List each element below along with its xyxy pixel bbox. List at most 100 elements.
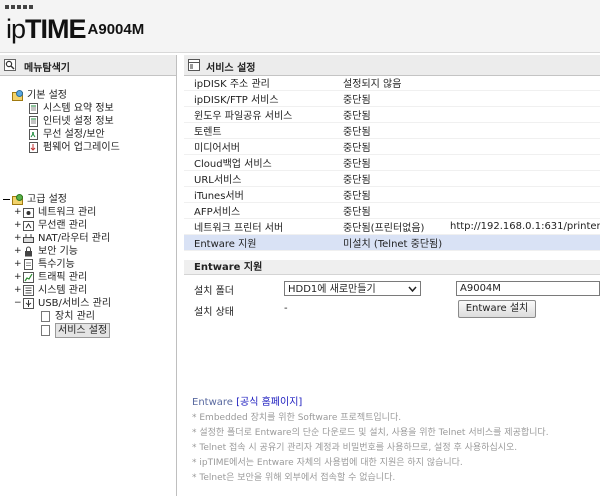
table-row[interactable]: ipDISK/FTP 서비스 중단됨: [184, 90, 600, 107]
document-icon: [29, 116, 38, 127]
service-status: 중단됨: [333, 90, 450, 107]
table-row[interactable]: URL서비스 중단됨: [184, 170, 600, 187]
brand-logo: ipTIME A9004M: [6, 14, 144, 44]
document-icon: [24, 259, 33, 270]
tree-item-network[interactable]: + 네트워크 관리: [14, 206, 96, 219]
service-extra: [450, 122, 600, 139]
expand-icon[interactable]: +: [14, 206, 23, 219]
service-name: ipDISK 주소 관리: [184, 75, 334, 91]
service-status: 설정되지 않음: [333, 75, 450, 91]
tree-item-label: 보안 기능: [38, 246, 78, 257]
tree-group-advanced[interactable]: 고급 설정: [3, 193, 67, 206]
service-extra: [450, 90, 600, 107]
printer-url[interactable]: http://192.168.0.1:631/printers/: [450, 218, 600, 235]
service-extra: [450, 154, 600, 171]
service-status: 미설치 (Telnet 중단됨): [333, 234, 450, 251]
wireless-icon: [29, 129, 38, 140]
table-row[interactable]: AFP서비스 중단됨: [184, 202, 600, 219]
expand-icon[interactable]: +: [14, 219, 23, 232]
tree-subitem-service-settings[interactable]: 서비스 설정: [40, 323, 111, 338]
tree-item-label: NAT/라우터 관리: [38, 233, 111, 244]
service-status: 중단됨: [333, 202, 450, 219]
service-settings-panel: 서비스 설정 ipDISK 주소 관리 설정되지 않음 ipDISK/FTP 서비…: [184, 55, 600, 496]
tree-item-internet-info[interactable]: 인터넷 설정 정보: [28, 115, 114, 128]
tree-item-label-selected: 서비스 설정: [55, 323, 111, 338]
table-row[interactable]: 윈도우 파일공유 서비스 중단됨: [184, 106, 600, 123]
help-line: * 설정한 폴더로 Entware의 단순 다운로드 및 설치, 사용을 위한 …: [192, 428, 549, 438]
expand-icon[interactable]: +: [14, 258, 23, 271]
tree-item-label: 네트워크 관리: [38, 207, 97, 218]
wireless-icon: [23, 221, 34, 231]
help-line: * Telnet은 보안을 위해 외부에서 접속할 수 없습니다.: [192, 473, 396, 483]
tree-item-firmware-upgrade[interactable]: 펌웨어 업그레이드: [28, 141, 120, 154]
service-name: 윈도우 파일공유 서비스: [184, 106, 334, 123]
folder-name-input[interactable]: A9004M: [456, 281, 600, 296]
help-line: * Embedded 장치를 위한 Software 프로젝트입니다.: [192, 413, 402, 423]
service-extra: [450, 186, 600, 203]
tree-item-nat-router[interactable]: + NAT/라우터 관리: [14, 232, 110, 245]
service-extra: [450, 170, 600, 187]
service-status: 중단됨: [333, 122, 450, 139]
table-row[interactable]: iTunes서버 중단됨: [184, 186, 600, 203]
tree-item-wlan[interactable]: + 무선랜 관리: [14, 219, 87, 232]
tree-item-security[interactable]: + 보안 기능: [14, 245, 78, 258]
tree-item-system-summary[interactable]: 시스템 요약 정보: [28, 102, 114, 115]
brand-ip: ip: [6, 14, 26, 44]
tree-item-wireless-security[interactable]: 무선 설정/보안: [28, 128, 105, 141]
install-folder-label: 설치 폴더: [194, 286, 234, 297]
chart-icon: [23, 272, 34, 283]
service-name: 토렌트: [184, 122, 334, 139]
brand-dots-icon: [5, 5, 35, 11]
tree-item-traffic[interactable]: + 트래픽 관리: [14, 271, 87, 284]
table-row[interactable]: Cloud백업 서비스 중단됨: [184, 154, 600, 171]
window-icon: [188, 59, 200, 71]
table-row-selected[interactable]: Entware 지원 미설치 (Telnet 중단됨): [184, 234, 600, 251]
tree-group-label: 기본 설정: [27, 90, 67, 101]
table-row[interactable]: 미디어서버 중단됨: [184, 138, 600, 155]
tree-item-special[interactable]: + 특수기능: [14, 258, 75, 271]
service-status: 중단됨: [333, 170, 450, 187]
lock-icon: [25, 246, 32, 257]
tree-item-label: 시스템 요약 정보: [43, 103, 114, 114]
collapse-icon[interactable]: [3, 196, 10, 203]
expand-icon[interactable]: +: [14, 284, 23, 297]
service-name: 미디어서버: [184, 138, 334, 155]
service-extra: [450, 106, 600, 123]
service-status-table: ipDISK 주소 관리 설정되지 않음 ipDISK/FTP 서비스 중단됨 윈도…: [184, 75, 600, 251]
expand-icon[interactable]: +: [14, 245, 23, 258]
page-icon: [41, 311, 50, 322]
tree-group-label: 고급 설정: [27, 194, 67, 205]
tree-subitem-device[interactable]: 장치 관리: [40, 310, 95, 323]
table-row[interactable]: 토렌트 중단됨: [184, 122, 600, 139]
router-icon: [23, 234, 34, 243]
entware-section-title: Entware 지원: [184, 260, 600, 275]
tree-item-system[interactable]: + 시스템 관리: [14, 284, 87, 297]
tree-item-label: 무선랜 관리: [38, 220, 88, 231]
official-homepage-link[interactable]: [공식 홈페이지]: [236, 397, 302, 408]
service-status: 중단됨(프린터없음): [333, 218, 450, 235]
install-folder-selected: HDD1에 새로만들기: [288, 284, 376, 295]
table-row[interactable]: ipDISK 주소 관리 설정되지 않음: [184, 75, 600, 91]
install-folder-select[interactable]: HDD1에 새로만들기: [284, 281, 421, 296]
tree-item-usb-service[interactable]: − USB/서비스 관리: [14, 297, 111, 310]
tree-item-label: 장치 관리: [55, 311, 95, 322]
help-line: * Telnet 접속 시 공유기 관리자 계정과 비밀번호를 사용하므로, 설…: [192, 443, 518, 453]
table-row[interactable]: 네트워크 프린터 서버 중단됨(프린터없음) http://192.168.0.1:…: [184, 218, 600, 235]
menu-explorer-panel: 메뉴탐색기 기본 설정 시스템 요약 정보 인터넷 설정 정보 무선 설정/보안…: [0, 55, 177, 496]
service-name: Cloud백업 서비스: [184, 154, 334, 171]
entware-install-button[interactable]: Entware 설치: [458, 300, 536, 318]
help-product-name: Entware: [192, 397, 233, 408]
system-icon: [23, 285, 34, 296]
app-header: ipTIME A9004M: [0, 0, 600, 53]
chevron-down-icon: [408, 286, 417, 293]
tree-group-basic[interactable]: 기본 설정: [12, 89, 67, 102]
page-icon: [41, 325, 50, 336]
service-status: 중단됨: [333, 138, 450, 155]
expand-icon[interactable]: +: [14, 271, 23, 284]
collapse-icon[interactable]: −: [14, 297, 23, 310]
settings-folder-icon: [12, 194, 23, 205]
tree-item-label: 무선 설정/보안: [43, 129, 105, 140]
menu-explorer-title: 메뉴탐색기: [24, 63, 70, 74]
expand-icon[interactable]: +: [14, 232, 23, 245]
service-name: ipDISK/FTP 서비스: [184, 90, 334, 107]
